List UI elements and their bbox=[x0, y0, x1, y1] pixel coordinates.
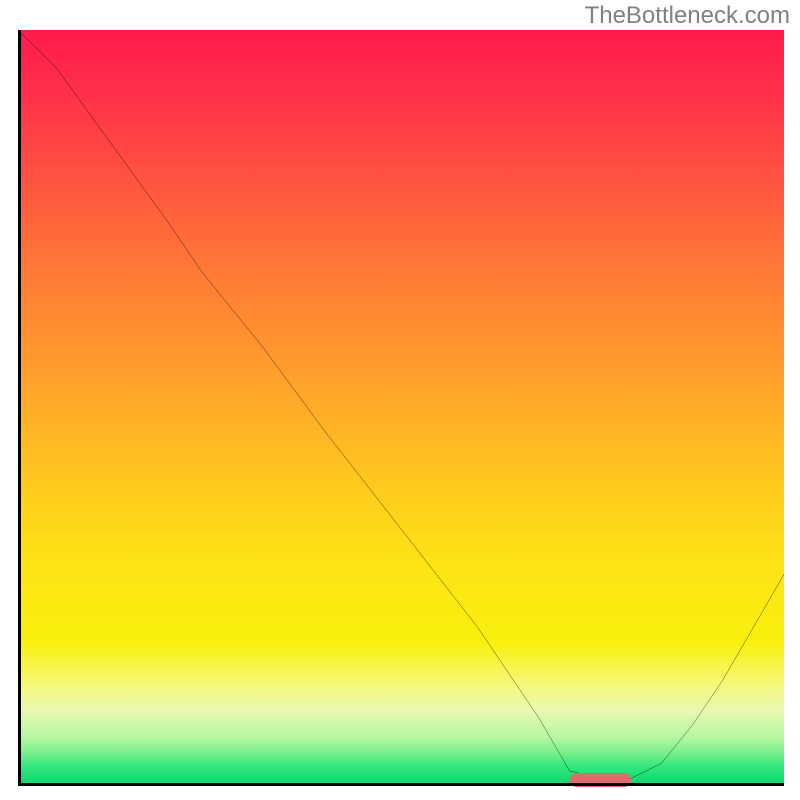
curve-path bbox=[18, 30, 784, 778]
bottleneck-curve bbox=[18, 30, 784, 786]
chart-stage: TheBottleneck.com bbox=[0, 0, 800, 800]
watermark-text: TheBottleneck.com bbox=[585, 2, 790, 30]
plot-area bbox=[18, 30, 784, 786]
optimal-range-pill bbox=[570, 773, 631, 787]
